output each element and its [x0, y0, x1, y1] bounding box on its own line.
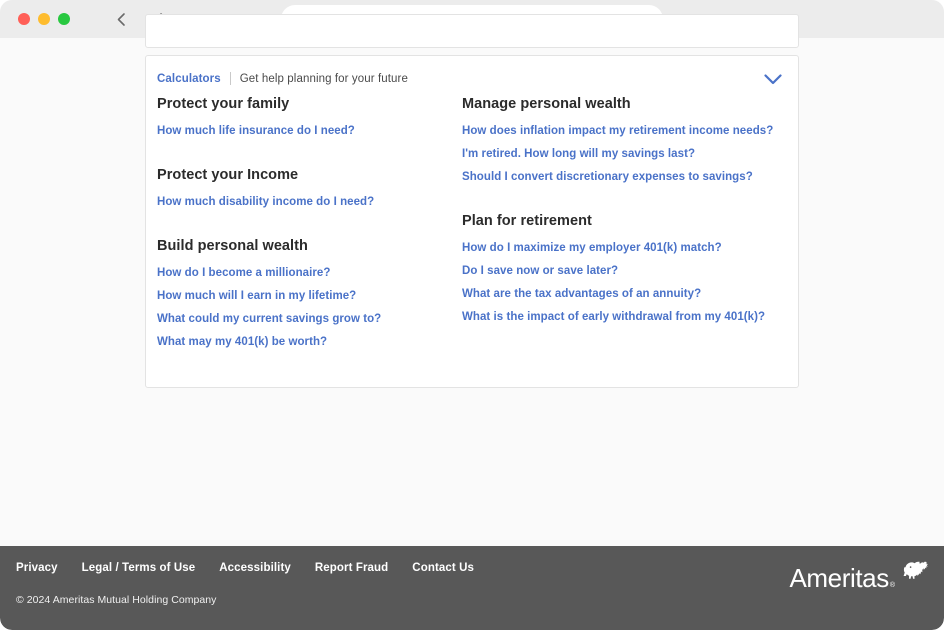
bison-icon — [900, 560, 930, 587]
traffic-lights — [18, 13, 70, 25]
previous-card-partial — [145, 14, 799, 48]
calculator-link[interactable]: What could my current savings grow to? — [157, 313, 457, 325]
group-links: How does inflation impact my retirement … — [462, 125, 792, 183]
minimize-window-button[interactable] — [38, 13, 50, 25]
logo-wordmark: Ameritas — [789, 565, 888, 591]
close-window-button[interactable] — [18, 13, 30, 25]
browser-window: Calculators Get help planning for your f… — [0, 0, 944, 630]
group-protect-your-income: Protect your Income How much disability … — [157, 167, 457, 208]
spacer — [157, 137, 457, 167]
calculator-link[interactable]: How much will I earn in my lifetime? — [157, 290, 457, 302]
back-icon[interactable] — [110, 8, 132, 30]
copyright-text: © 2024 Ameritas Mutual Holding Company — [16, 594, 217, 606]
group-protect-your-family: Protect your family How much life insura… — [157, 96, 457, 137]
group-manage-personal-wealth: Manage personal wealth How does inflatio… — [462, 96, 792, 183]
group-links: How do I maximize my employer 401(k) mat… — [462, 242, 792, 323]
footer-link-contact-us[interactable]: Contact Us — [412, 562, 474, 574]
group-links: How do I become a millionaire? How much … — [157, 267, 457, 348]
spacer — [157, 208, 457, 238]
calculator-link[interactable]: What is the impact of early withdrawal f… — [462, 311, 792, 323]
group-title: Manage personal wealth — [462, 96, 792, 112]
maximize-window-button[interactable] — [58, 13, 70, 25]
calculator-link[interactable]: How do I maximize my employer 401(k) mat… — [462, 242, 792, 254]
footer-links: Privacy Legal / Terms of Use Accessibili… — [16, 562, 474, 574]
page-viewport: Calculators Get help planning for your f… — [0, 38, 944, 630]
spacer — [462, 183, 792, 213]
calculator-link[interactable]: How do I become a millionaire? — [157, 267, 457, 279]
registered-mark-icon: ® — [890, 582, 895, 589]
group-links: How much disability income do I need? — [157, 196, 457, 208]
footer-link-legal-terms[interactable]: Legal / Terms of Use — [82, 562, 196, 574]
footer-link-privacy[interactable]: Privacy — [16, 562, 58, 574]
calculator-columns: Protect your family How much life insura… — [146, 96, 798, 387]
calculator-link[interactable]: How much disability income do I need? — [157, 196, 457, 208]
card-subtitle: Get help planning for your future — [240, 73, 408, 85]
column-right: Manage personal wealth How does inflatio… — [462, 96, 792, 323]
group-title: Protect your family — [157, 96, 457, 112]
breadcrumb-divider — [230, 72, 231, 85]
chevron-down-icon[interactable] — [762, 70, 784, 88]
breadcrumb-calculators-link[interactable]: Calculators — [157, 73, 221, 85]
group-plan-for-retirement: Plan for retirement How do I maximize my… — [462, 213, 792, 323]
calculator-link[interactable]: What may my 401(k) be worth? — [157, 336, 457, 348]
calculator-link[interactable]: How much life insurance do I need? — [157, 125, 457, 137]
group-title: Plan for retirement — [462, 213, 792, 229]
ameritas-logo: Ameritas ® — [789, 564, 930, 591]
group-links: How much life insurance do I need? — [157, 125, 457, 137]
card-header: Calculators Get help planning for your f… — [157, 72, 787, 85]
group-title: Protect your Income — [157, 167, 457, 183]
footer-link-report-fraud[interactable]: Report Fraud — [315, 562, 388, 574]
calculator-link[interactable]: I'm retired. How long will my savings la… — [462, 148, 792, 160]
group-build-personal-wealth: Build personal wealth How do I become a … — [157, 238, 457, 348]
calculator-link[interactable]: Should I convert discretionary expenses … — [462, 171, 792, 183]
calculator-link[interactable]: How does inflation impact my retirement … — [462, 125, 792, 137]
site-footer: Privacy Legal / Terms of Use Accessibili… — [0, 546, 944, 630]
column-left: Protect your family How much life insura… — [157, 96, 457, 348]
footer-link-accessibility[interactable]: Accessibility — [219, 562, 291, 574]
calculators-card: Calculators Get help planning for your f… — [145, 55, 799, 388]
calculator-link[interactable]: Do I save now or save later? — [462, 265, 792, 277]
calculator-link[interactable]: What are the tax advantages of an annuit… — [462, 288, 792, 300]
group-title: Build personal wealth — [157, 238, 457, 254]
